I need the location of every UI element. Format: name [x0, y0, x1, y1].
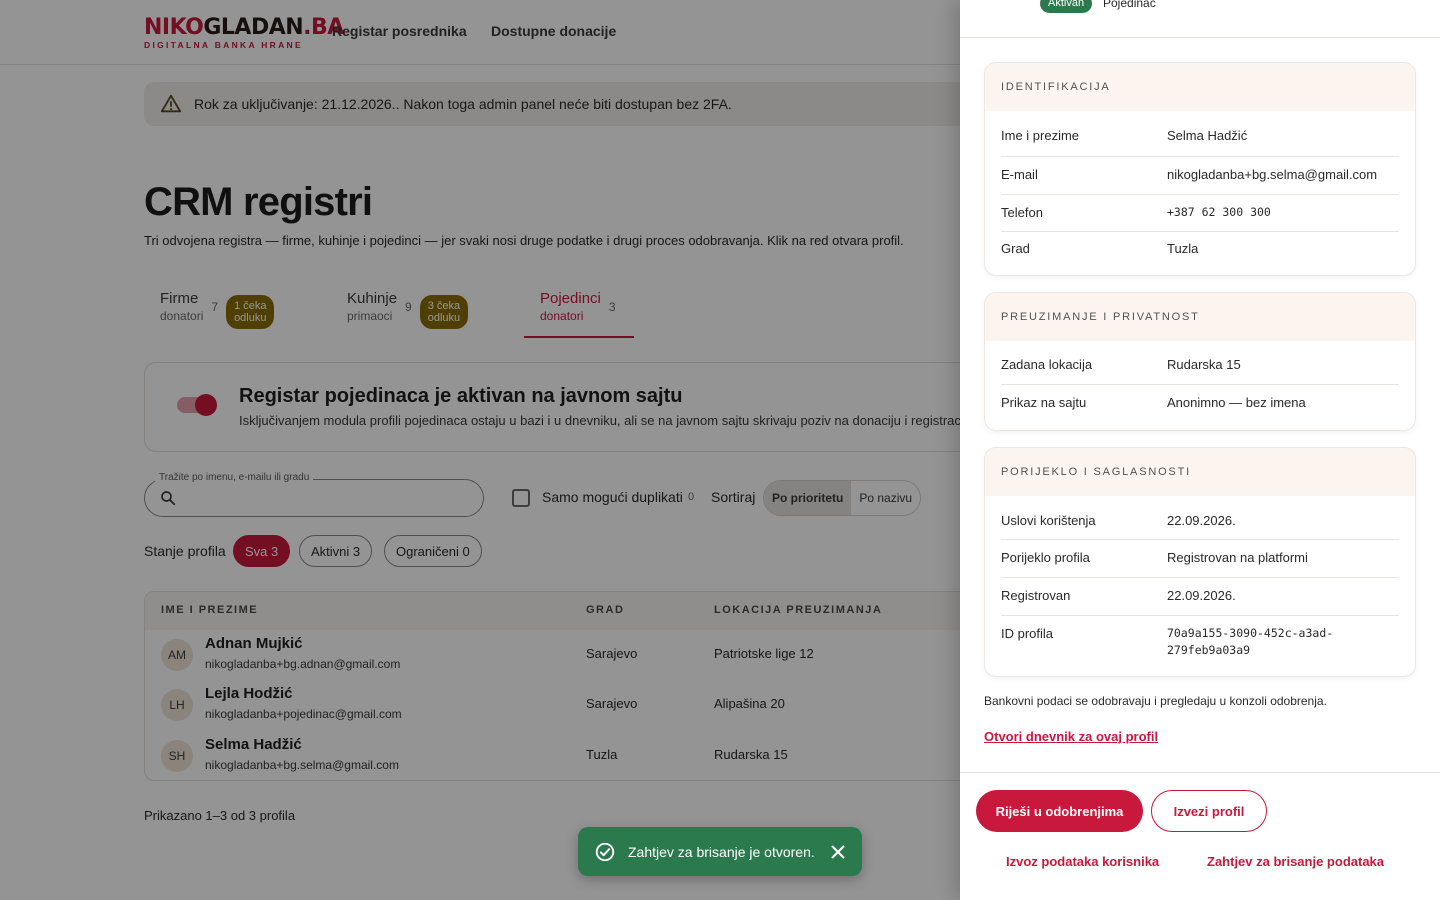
detail-key: E-mail — [1001, 167, 1038, 182]
detail-key: Telefon — [1001, 205, 1043, 220]
status-badge: Aktivan — [1040, 0, 1093, 13]
detail-row: Prikaz na sajtu Anonimno — bez imena — [1001, 385, 1399, 425]
export-profile-button[interactable]: Izvezi profil — [1151, 790, 1267, 832]
detail-value: Anonimno — bez imena — [1167, 395, 1306, 410]
drawer-header: Aktivan Pojedinac — [960, 0, 1440, 38]
detail-row: Ime i prezime Selma Hadžić — [1001, 111, 1399, 157]
detail-row: Grad Tuzla — [1001, 232, 1399, 270]
detail-row: ID profila 70a9a155-3090-452c-a3ad-279fe… — [1001, 616, 1399, 672]
detail-key: Grad — [1001, 241, 1030, 256]
section-title: PORIJEKLO I SAGLASNOSTI — [985, 448, 1415, 496]
detail-value: 22.09.2026. — [1167, 513, 1236, 528]
resolve-in-approvals-button[interactable]: Riješi u odobrenjima — [976, 790, 1143, 832]
detail-key: Zadana lokacija — [1001, 357, 1093, 372]
bank-note: Bankovni podaci se odobravaju i pregleda… — [984, 694, 1327, 708]
detail-value: Selma Hadžić — [1167, 128, 1248, 143]
data-deletion-request-button[interactable]: Zahtjev za brisanje podataka — [1207, 854, 1384, 869]
detail-value: Tuzla — [1167, 241, 1199, 256]
detail-row: E-mail nikogladanba+bg.selma@gmail.com — [1001, 157, 1399, 195]
detail-key: Ime i prezime — [1001, 128, 1080, 143]
detail-value: 70a9a155-3090-452c-a3ad-279feb9a03a9 — [1167, 626, 1334, 657]
modal-scrim[interactable] — [0, 0, 960, 900]
section-pickup-privacy: PREUZIMANJE I PRIVATNOST Zadana lokacija… — [984, 292, 1416, 431]
close-icon — [831, 844, 845, 859]
profile-drawer: Aktivan Pojedinac IDENTIFIKACIJA Ime i p… — [960, 0, 1440, 900]
toast-close-button[interactable] — [818, 832, 858, 872]
section-title: IDENTIFIKACIJA — [985, 63, 1415, 111]
section-origin-consents: PORIJEKLO I SAGLASNOSTI Uslovi korištenj… — [984, 447, 1416, 677]
detail-value: nikogladanba+bg.selma@gmail.com — [1167, 167, 1378, 182]
detail-key: Registrovan — [1001, 588, 1071, 603]
open-journal-link[interactable]: Otvori dnevnik za ovaj profil — [984, 729, 1158, 744]
detail-value: Rudarska 15 — [1167, 357, 1241, 372]
section-title: PREUZIMANJE I PRIVATNOST — [985, 293, 1415, 341]
section-identification: IDENTIFIKACIJA Ime i prezime Selma Hadži… — [984, 62, 1416, 276]
detail-key: Prikaz na sajtu — [1001, 395, 1087, 410]
toast-notification: Zahtjev za brisanje je otvoren. — [578, 827, 862, 876]
detail-row: Porijeklo profila Registrovan na platfor… — [1001, 540, 1399, 578]
detail-row: Registrovan 22.09.2026. — [1001, 578, 1399, 616]
check-circle-icon — [595, 842, 615, 861]
detail-key: Uslovi korištenja — [1001, 513, 1096, 528]
detail-key: ID profila — [1001, 626, 1054, 641]
profile-type: Pojedinac — [1103, 0, 1156, 10]
detail-value: 22.09.2026. — [1167, 588, 1236, 603]
toast-text: Zahtjev za brisanje je otvoren. — [628, 843, 815, 860]
detail-value: +387 62 300 300 — [1167, 205, 1271, 219]
detail-key: Porijeklo profila — [1001, 550, 1090, 565]
drawer-actions: Riješi u odobrenjima Izvezi profil Izvoz… — [960, 772, 1440, 900]
detail-row: Uslovi korištenja 22.09.2026. — [1001, 496, 1399, 540]
detail-value: Registrovan na platformi — [1167, 550, 1308, 565]
detail-row: Telefon +387 62 300 300 — [1001, 195, 1399, 232]
detail-row: Zadana lokacija Rudarska 15 — [1001, 341, 1399, 385]
export-user-data-button[interactable]: Izvoz podataka korisnika — [1006, 854, 1159, 869]
